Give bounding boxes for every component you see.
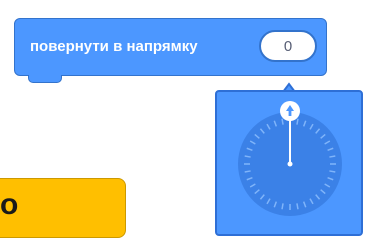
dial-tick: [329, 170, 336, 173]
dial-center: [287, 161, 293, 167]
dial-tick: [244, 170, 251, 173]
dial-tick: [329, 155, 336, 158]
direction-dial[interactable]: [0, 0, 372, 246]
dial-tick: [244, 155, 251, 158]
dial-tick: [296, 203, 299, 210]
dial-handle[interactable]: [280, 101, 300, 121]
dial-tick: [281, 118, 284, 125]
dial-tick: [296, 118, 299, 125]
dial-tick: [281, 203, 284, 210]
